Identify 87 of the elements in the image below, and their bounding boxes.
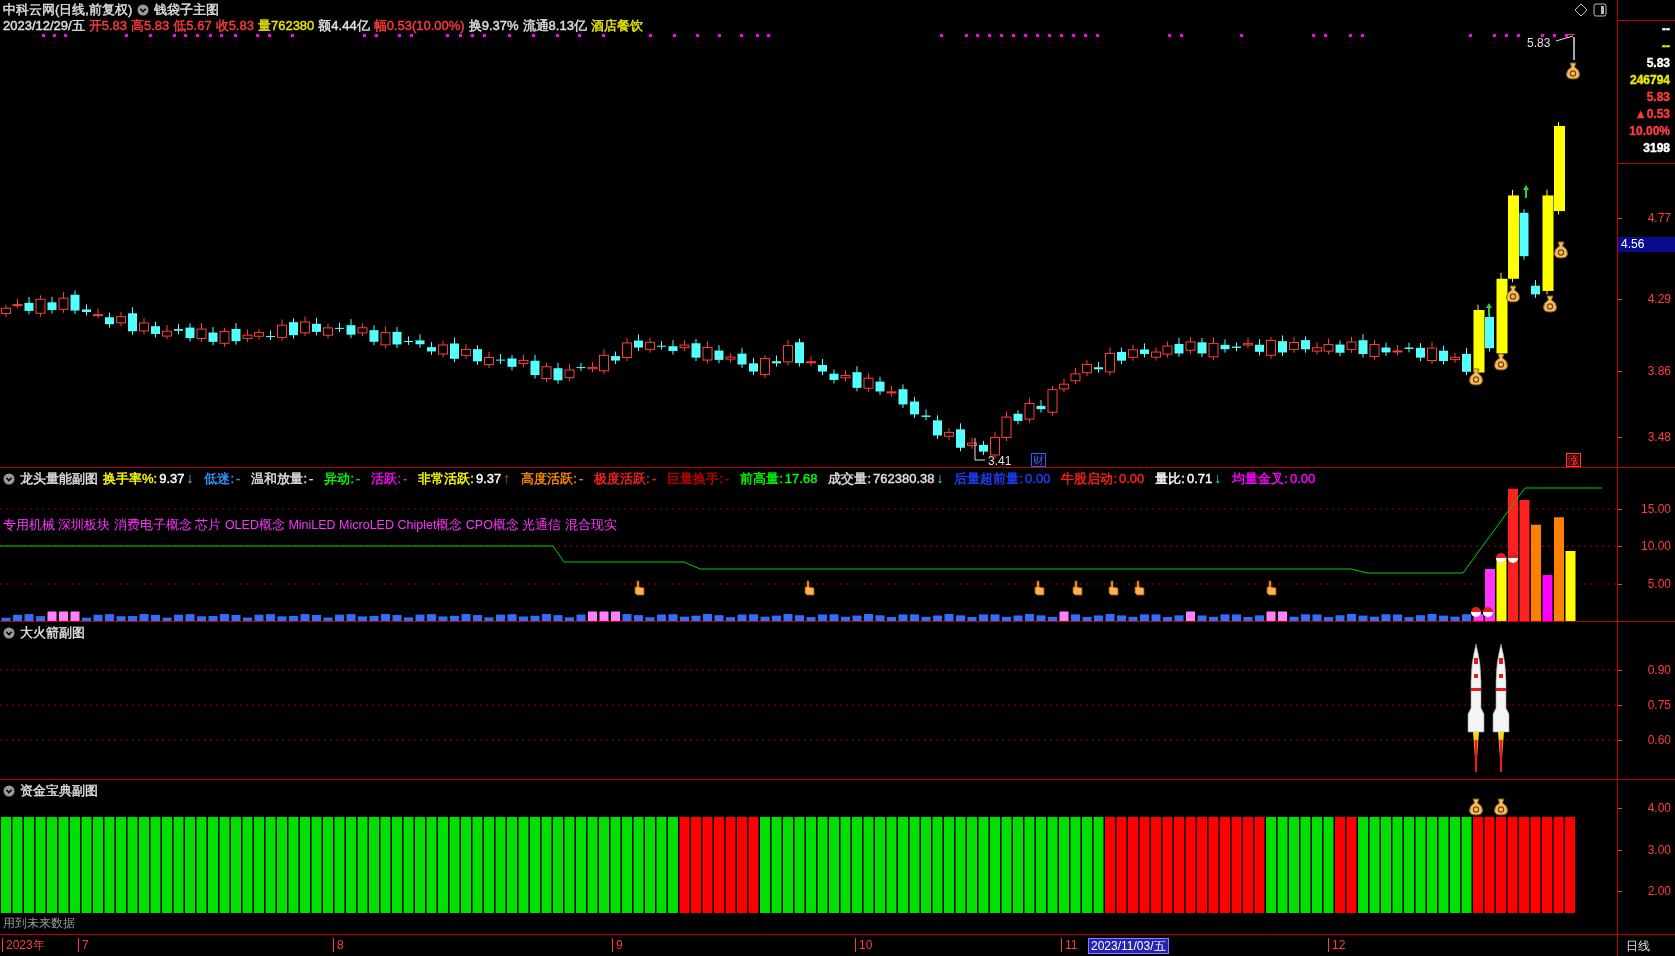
quote-value: 量762380 xyxy=(257,18,315,33)
quote-value: 5.83 xyxy=(1646,90,1670,105)
arrow-icon: ↓ xyxy=(936,471,944,486)
event-badge[interactable]: 财 xyxy=(1031,453,1046,467)
axis-tick-label: 4.00 xyxy=(1647,801,1671,815)
cursor-price-label: 4.56 xyxy=(1618,237,1675,252)
event-badge[interactable]: 涨 xyxy=(1566,453,1581,467)
panel-title: 龙头量能副图 xyxy=(20,471,98,486)
indicator-label: 巨量换手: xyxy=(667,471,723,486)
indicator-label: 成交量: xyxy=(828,471,871,486)
indicator-value: - xyxy=(724,471,730,486)
date-axis-label: 7 xyxy=(78,938,89,952)
indicator-title: 钱袋子主图 xyxy=(154,2,220,17)
period-label[interactable]: 日线 xyxy=(1617,935,1675,956)
axis-tick-label: 5.00 xyxy=(1647,577,1671,591)
axis-tick-label: 2.00 xyxy=(1647,884,1671,898)
quote-value: 10.00% xyxy=(1629,124,1670,139)
indicator-value: 0.00 xyxy=(1025,471,1051,486)
quote-value: 2023/12/29/五 xyxy=(3,18,85,33)
stock-title: 中科云网(日线,前复权) xyxy=(3,2,133,17)
indicator-value: - xyxy=(403,471,408,486)
indicator-label: 前高量: xyxy=(740,471,783,486)
indicator-value: - xyxy=(236,471,241,486)
axis-tick-label: 3.48 xyxy=(1647,430,1671,444)
indicator-label: 量比: xyxy=(1155,471,1185,486)
indicator-label: 非常活跃: xyxy=(418,471,474,486)
indicator-value: 17.68 xyxy=(784,471,818,486)
axis-tick-label: 4.77 xyxy=(1647,211,1671,225)
concept-tags: 专用机械 深圳板块 消费电子概念 芯片 OLED概念 MiniLED MicroLED Chiplet概念 CPO概念 光通信 混合现实 xyxy=(3,517,617,534)
arrow-icon: ↓ xyxy=(186,471,194,486)
axis-tick-label: 0.75 xyxy=(1647,698,1671,712)
indicator-label: 活跃: xyxy=(371,471,401,486)
axis-tick-label: 3.86 xyxy=(1647,364,1671,378)
cursor-date-label: 2023/11/03/五 xyxy=(1088,938,1169,954)
indicator-label: 异动: xyxy=(324,471,355,486)
indicator-value: 0.00 xyxy=(1289,471,1316,486)
indicator-value: - xyxy=(356,471,361,486)
indicator-label: 高度活跃: xyxy=(521,471,577,486)
quote-value: 3198 xyxy=(1643,141,1670,156)
date-axis-label: 8 xyxy=(333,938,344,952)
indicator-value: 9.37 xyxy=(159,471,185,486)
indicator-value: 9.37 xyxy=(476,471,502,486)
quote-value: 额4.44亿 xyxy=(318,18,370,33)
indicator-value: - xyxy=(578,471,584,486)
date-axis-label: 2023年 xyxy=(2,938,45,952)
indicator-value: 0.00 xyxy=(1119,471,1145,486)
indicator-label: 低迷: xyxy=(204,471,235,486)
indicator-value: 762380.38 xyxy=(873,471,935,486)
indicator-label: 温和放量: xyxy=(251,471,308,486)
date-axis-label: 10 xyxy=(855,938,873,952)
axis-tick-label: 0.60 xyxy=(1647,733,1671,747)
axis-tick-label: 0.90 xyxy=(1647,663,1671,677)
quote-value: -- xyxy=(1662,22,1670,37)
quote-value: 收5.83 xyxy=(215,18,254,33)
date-axis-label: 12 xyxy=(1328,938,1346,952)
quote-value: 高5.83 xyxy=(131,18,170,33)
arrow-icon: ↓ xyxy=(1214,471,1222,486)
axis-tick-label: 4.29 xyxy=(1647,292,1671,306)
indicator-label: 牛股启动: xyxy=(1061,471,1117,486)
high-price-label: 5.83 xyxy=(1527,36,1551,50)
quote-value: 幅0.53(10.00%) xyxy=(373,18,465,33)
quote-value: 开5.83 xyxy=(88,18,127,33)
quote-value: 酒店餐饮 xyxy=(590,18,643,33)
indicator-value: 0.71 xyxy=(1186,471,1213,486)
quote-value: 流通8.13亿 xyxy=(522,18,587,33)
axis-tick-label: 10.00 xyxy=(1640,539,1671,553)
panel-title: 大火箭副图 xyxy=(20,625,85,640)
low-price-label: 3.41 xyxy=(988,454,1012,467)
future-data-note: 用到未来数据 xyxy=(3,915,75,932)
indicator-label: 极度活跃: xyxy=(594,471,650,486)
quote-value: -- xyxy=(1662,39,1670,54)
axis-tick-label: 15.00 xyxy=(1640,502,1671,516)
indicator-value: - xyxy=(309,471,314,486)
quote-value: ▲0.53 xyxy=(1634,107,1670,122)
indicator-value: - xyxy=(651,471,657,486)
axis-tick-label: 3.00 xyxy=(1647,843,1671,857)
date-axis-label: 11 xyxy=(1061,938,1078,952)
quote-value: 246794 xyxy=(1629,73,1670,88)
date-axis-label: 9 xyxy=(612,938,623,952)
indicator-label: 均量金叉: xyxy=(1232,471,1288,486)
quote-value: 5.83 xyxy=(1646,56,1670,71)
indicator-label: 换手率%: xyxy=(103,471,158,486)
indicator-label: 后量超前量: xyxy=(954,471,1024,486)
arrow-icon: ↑ xyxy=(503,471,511,486)
quote-value: 换9.37% xyxy=(468,18,519,33)
panel-title: 资金宝典副图 xyxy=(20,783,98,798)
quote-value: 低5.67 xyxy=(173,18,212,33)
